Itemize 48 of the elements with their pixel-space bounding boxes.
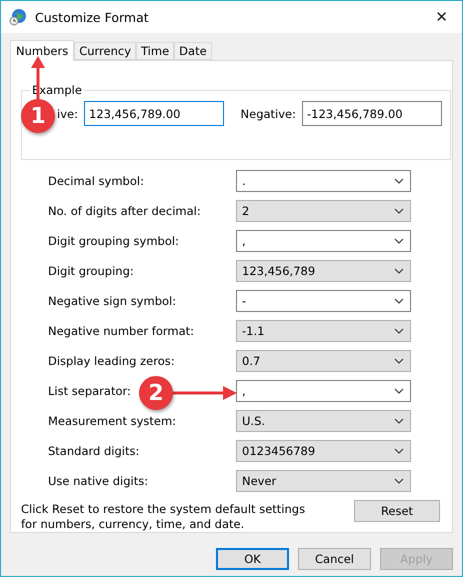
negative-example-field[interactable]: -123,456,789.00 bbox=[302, 101, 442, 126]
field-label: Negative: bbox=[240, 106, 296, 120]
dropdown[interactable]: 123,456,789 bbox=[236, 260, 411, 282]
chevron-down-icon bbox=[394, 328, 404, 334]
dropdown[interactable]: 2 bbox=[236, 200, 411, 222]
setting-label: Display leading zeros: bbox=[48, 354, 175, 368]
dropdown[interactable]: 0.7 bbox=[236, 350, 411, 372]
tab[interactable]: Time bbox=[136, 42, 174, 60]
reset-note: Click Reset to restore the system default settings for numbers, currency, time, and date. bbox=[21, 502, 306, 532]
chevron-down-icon bbox=[394, 358, 404, 364]
chevron-down-icon bbox=[394, 238, 404, 244]
close-button[interactable]: ✕ bbox=[431, 8, 452, 26]
globe-icon bbox=[9, 8, 27, 26]
dropdown[interactable]: 0123456789 bbox=[236, 440, 411, 462]
tab[interactable]: Date bbox=[174, 42, 212, 60]
field-label: ive: bbox=[57, 106, 78, 120]
combo-box[interactable]: - bbox=[236, 290, 411, 312]
chevron-down-icon bbox=[394, 268, 404, 274]
combo-box[interactable]: . bbox=[236, 170, 411, 192]
tab[interactable]: Numbers bbox=[10, 40, 74, 61]
setting-label: Decimal symbol: bbox=[48, 174, 144, 188]
dropdown[interactable]: -1.1 bbox=[236, 320, 411, 342]
chevron-down-icon bbox=[394, 418, 404, 424]
dialog-button[interactable]: OK bbox=[216, 548, 289, 570]
chevron-down-icon bbox=[394, 448, 404, 454]
dialog-button[interactable]: Cancel bbox=[298, 548, 371, 570]
setting-label: Digit grouping symbol: bbox=[48, 234, 179, 248]
setting-label: Negative sign symbol: bbox=[48, 294, 176, 308]
chevron-down-icon bbox=[394, 388, 404, 394]
dropdown[interactable]: Never bbox=[236, 470, 411, 492]
setting-label: Digit grouping: bbox=[48, 264, 134, 278]
chevron-down-icon bbox=[394, 208, 404, 214]
positive-example-field[interactable]: 123,456,789.00 bbox=[84, 101, 224, 126]
setting-label: No. of digits after decimal: bbox=[48, 204, 201, 218]
setting-label: List separator: bbox=[48, 384, 131, 398]
chevron-down-icon bbox=[394, 478, 404, 484]
combo-box[interactable]: , bbox=[236, 230, 411, 252]
window-title: Customize Format bbox=[35, 10, 150, 24]
setting-label: Use native digits: bbox=[48, 474, 148, 488]
reset-button[interactable]: Reset bbox=[354, 500, 440, 522]
setting-label: Negative number format: bbox=[48, 324, 194, 338]
setting-label: Measurement system: bbox=[48, 414, 176, 428]
setting-label: Standard digits: bbox=[48, 444, 140, 458]
chevron-down-icon bbox=[394, 298, 404, 304]
chevron-down-icon bbox=[394, 178, 404, 184]
combo-box[interactable]: , bbox=[236, 380, 411, 402]
dropdown[interactable]: U.S. bbox=[236, 410, 411, 432]
tab[interactable]: Currency bbox=[74, 42, 136, 60]
